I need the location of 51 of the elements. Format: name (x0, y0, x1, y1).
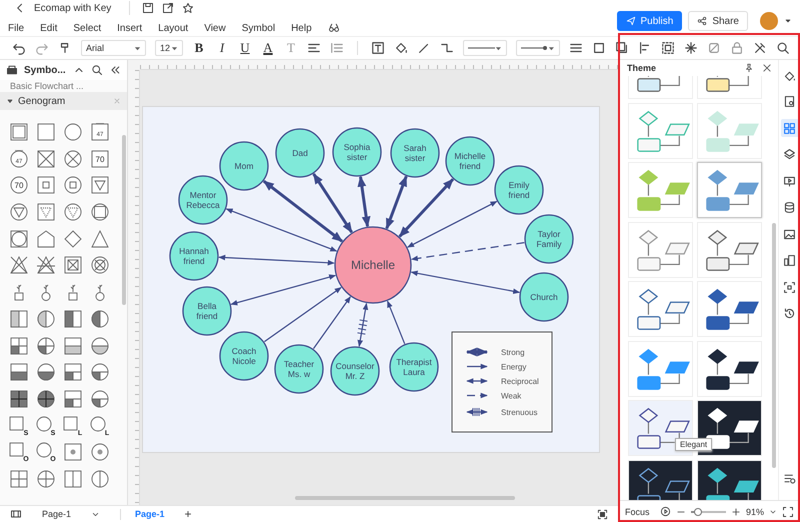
center-label: Michelle (351, 258, 395, 272)
page-tab[interactable]: Page-1 (131, 509, 169, 519)
menu-item[interactable]: Insert (117, 22, 142, 34)
format-button[interactable]: A (261, 40, 275, 56)
share-button[interactable]: Share (688, 11, 748, 31)
node-label: Mentor Rebecca (186, 190, 220, 210)
library-name[interactable]: Basic Flowchart ... (0, 80, 127, 92)
add-page-button[interactable]: + (178, 507, 198, 521)
node-label: Counselor Mr. Z (336, 361, 374, 381)
publish-button[interactable]: Publish (616, 11, 682, 31)
node-label: Sophia sister (344, 142, 370, 162)
zoom-reading[interactable]: 91% (746, 506, 764, 516)
legend-label: Strong (501, 348, 525, 357)
format-button[interactable]: I (215, 40, 229, 56)
node-label: Dad (292, 148, 308, 158)
panel-title: Theme (627, 63, 658, 73)
shape-symbol[interactable]: 70 (9, 175, 29, 196)
node-label: Mom (234, 161, 254, 171)
font-size-select[interactable]: 12 (155, 40, 183, 56)
legend-label: Strenuous (501, 408, 538, 417)
symbol-label: 70 (96, 154, 104, 164)
menu-item[interactable]: Select (73, 22, 102, 34)
page-select[interactable]: Page-1 (42, 509, 72, 519)
legend-label: Energy (501, 362, 526, 372)
menu-item[interactable]: File (8, 22, 24, 34)
document-title: Ecomap with Key (34, 2, 112, 14)
node-label: Sarah sister (404, 143, 426, 163)
node-label: Teacher Ms. w (284, 359, 314, 379)
shape-symbol[interactable]: 70 (90, 148, 110, 169)
menu-item[interactable]: Edit (40, 22, 58, 34)
node-label: Hannah friend (179, 246, 209, 266)
node-label: Taylor Family (536, 229, 562, 249)
menu-item[interactable]: Symbol (242, 22, 276, 34)
symbol-label: 70 (14, 181, 24, 190)
node-label: Coach Nicole (232, 346, 256, 366)
panel-title: Symbo... (24, 64, 67, 76)
focus-label[interactable]: Focus (625, 506, 650, 516)
menu-item[interactable]: View (204, 22, 226, 34)
menu-item[interactable]: Layout (158, 22, 188, 34)
format-button[interactable]: U (238, 40, 252, 56)
font-select[interactable]: Arial (81, 40, 146, 56)
node-label: Church (530, 292, 558, 302)
menu-item[interactable]: Help (291, 22, 312, 34)
node-label: Emily friend (508, 180, 530, 200)
tooltip: Elegant (675, 438, 712, 451)
legend-label: Reciprocal (501, 377, 539, 386)
node-label: Michelle friend (454, 151, 486, 171)
format-button[interactable]: B (192, 40, 206, 56)
legend-label: Weak (501, 392, 522, 400)
node-label: Bella friend (196, 301, 218, 321)
node-label: Therapist Laura (396, 357, 432, 377)
